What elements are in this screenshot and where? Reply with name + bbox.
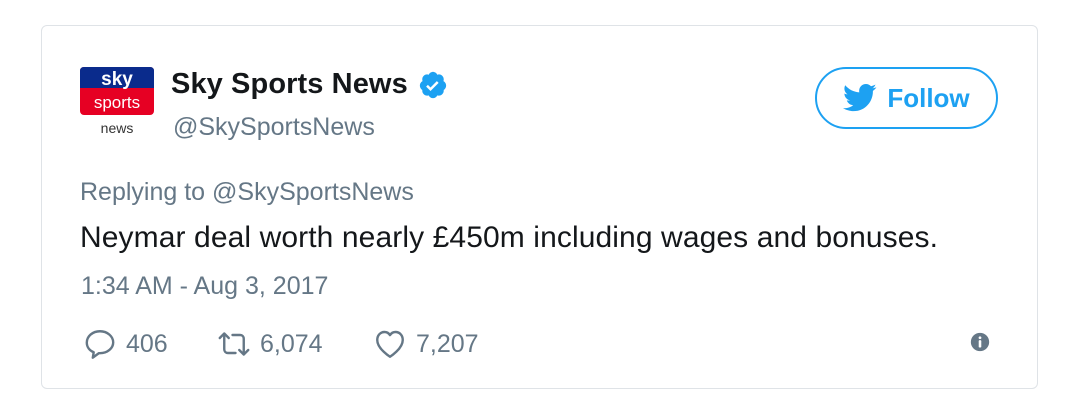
- heart-icon: [376, 330, 404, 358]
- account-handle[interactable]: @SkySportsNews: [173, 113, 375, 142]
- verified-badge-icon: [419, 71, 446, 98]
- avatar-line-2: sports: [94, 93, 140, 112]
- replying-to-prefix: Replying to: [80, 178, 206, 206]
- like-action[interactable]: 7,207: [372, 326, 479, 362]
- replying-to-line: Replying to @SkySportsNews: [80, 178, 414, 207]
- tweet-timestamp[interactable]: 1:34 AM - Aug 3, 2017: [81, 272, 328, 301]
- sky-sports-news-logo[interactable]: sky sports news: [79, 66, 155, 136]
- info-icon[interactable]: [969, 331, 991, 353]
- tweet-text: Neymar deal worth nearly £450m including…: [80, 221, 939, 254]
- reply-count: 406: [126, 329, 168, 358]
- reply-mention-link[interactable]: @SkySportsNews: [212, 178, 414, 206]
- avatar-line-1: sky: [101, 69, 133, 90]
- retweet-count: 6,074: [260, 329, 323, 358]
- retweet-icon: [218, 332, 250, 356]
- follow-button[interactable]: Follow: [815, 67, 998, 129]
- follow-label: Follow: [887, 82, 970, 113]
- like-count: 7,207: [416, 329, 479, 358]
- avatar-line-3: news: [101, 120, 134, 136]
- account-name-row: Sky Sports News: [171, 68, 448, 101]
- display-name[interactable]: Sky Sports News: [171, 68, 408, 101]
- reply-action[interactable]: 406: [82, 326, 168, 362]
- reply-icon: [85, 330, 115, 359]
- twitter-bird-icon: [843, 83, 877, 112]
- retweet-action[interactable]: 6,074: [216, 326, 323, 362]
